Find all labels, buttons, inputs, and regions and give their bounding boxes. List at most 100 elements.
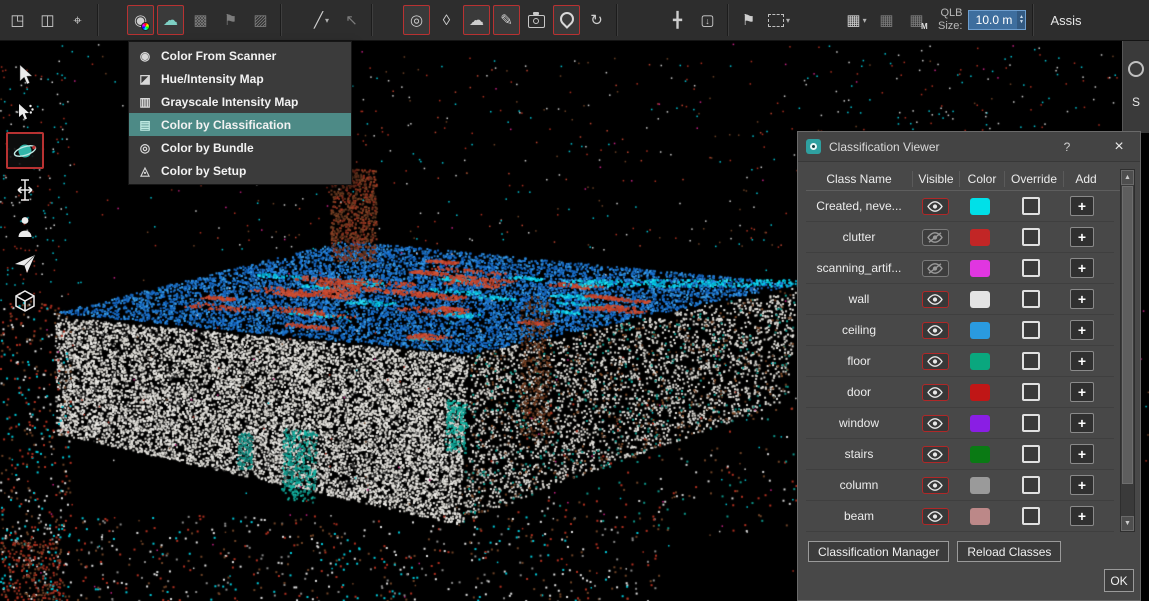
class-color-swatch[interactable] <box>970 415 990 432</box>
classification-viewer-titlebar[interactable]: Classification Viewer ? × <box>798 132 1140 162</box>
close-icon[interactable]: × <box>1106 138 1132 156</box>
menu-item-hue-intensity-map[interactable]: ◪ Hue/Intensity Map <box>129 67 351 90</box>
scroll-up-button[interactable]: ▲ <box>1121 170 1134 185</box>
visibility-toggle[interactable] <box>922 198 949 215</box>
add-button[interactable]: + <box>1070 289 1094 309</box>
level-tool-button[interactable] <box>6 173 44 206</box>
circle-tool-icon[interactable] <box>1128 61 1144 77</box>
override-checkbox[interactable] <box>1022 414 1040 432</box>
view-cube-button[interactable]: ▦▾ <box>843 5 870 35</box>
class-name-label: scanning_artif... <box>806 261 912 275</box>
refresh-orbit-button[interactable]: ↻ <box>583 5 610 35</box>
location-pin-button[interactable] <box>553 5 580 35</box>
class-color-swatch[interactable] <box>970 322 990 339</box>
snapshot-camera-button[interactable] <box>523 5 550 35</box>
scan-position-button[interactable]: ⚑ <box>735 5 762 35</box>
override-checkbox[interactable] <box>1022 383 1040 401</box>
add-button[interactable]: + <box>1070 382 1094 402</box>
markup-pen-button[interactable]: ✎ <box>493 5 520 35</box>
visibility-toggle[interactable] <box>922 322 949 339</box>
zoom-region-button[interactable]: ⌖ <box>64 5 91 35</box>
panorama-view-button[interactable]: ▨ <box>247 5 274 35</box>
intensity-map-button[interactable]: ▩ <box>187 5 214 35</box>
class-color-swatch[interactable] <box>970 446 990 463</box>
class-color-swatch[interactable] <box>970 260 990 277</box>
menu-item-label: Grayscale Intensity Map <box>161 95 298 109</box>
fly-navigate-button[interactable] <box>6 247 44 280</box>
color-mode-button[interactable]: ◉ <box>127 5 154 35</box>
classification-viewer-icon <box>806 139 821 154</box>
classification-manager-button[interactable]: Classification Manager <box>808 541 949 562</box>
reload-classes-button[interactable]: Reload Classes <box>957 541 1061 562</box>
add-button[interactable]: + <box>1070 320 1094 340</box>
scroll-down-button[interactable]: ▼ <box>1121 516 1134 531</box>
menu-item-color-by-classification[interactable]: ▤ Color by Classification <box>129 113 351 136</box>
class-color-swatch[interactable] <box>970 353 990 370</box>
class-color-swatch[interactable] <box>970 477 990 494</box>
probe-point-button[interactable]: ↖ <box>338 5 365 35</box>
add-button[interactable]: + <box>1070 196 1094 216</box>
visibility-toggle[interactable] <box>922 260 949 277</box>
ok-button[interactable]: OK <box>1104 569 1134 592</box>
walkthrough-button[interactable] <box>6 210 44 243</box>
scrollbar-thumb[interactable] <box>1122 186 1133 484</box>
add-button[interactable]: + <box>1070 506 1094 526</box>
override-checkbox[interactable] <box>1022 228 1040 246</box>
visibility-toggle[interactable] <box>922 384 949 401</box>
qlb-size-input[interactable]: 10.0 m ▲▼ <box>968 10 1026 30</box>
selection-box-button[interactable]: ▾ <box>765 5 793 35</box>
add-button[interactable]: + <box>1070 475 1094 495</box>
menu-item-grayscale-intensity-map[interactable]: ▥ Grayscale Intensity Map <box>129 90 351 113</box>
spinner-icon[interactable]: ▲▼ <box>1017 11 1025 29</box>
insert-box-button[interactable]: ▢↓ <box>694 5 721 35</box>
override-checkbox[interactable] <box>1022 259 1040 277</box>
visibility-toggle[interactable] <box>922 446 949 463</box>
add-button[interactable]: + <box>1070 258 1094 278</box>
visibility-toggle[interactable] <box>922 353 949 370</box>
view-cube-secondary-button[interactable]: ▦ <box>873 5 900 35</box>
add-button[interactable]: + <box>1070 413 1094 433</box>
class-color-swatch[interactable] <box>970 384 990 401</box>
override-checkbox[interactable] <box>1022 290 1040 308</box>
flag-markers-button[interactable]: ⚑ <box>217 5 244 35</box>
visibility-toggle[interactable] <box>922 508 949 525</box>
scrollbar-track[interactable] <box>1121 485 1134 516</box>
override-checkbox[interactable] <box>1022 476 1040 494</box>
menu-item-color-by-setup[interactable]: ◬ Color by Setup <box>129 159 351 182</box>
class-color-swatch[interactable] <box>970 291 990 308</box>
orbit-tool-button[interactable] <box>6 132 44 169</box>
visibility-toggle[interactable] <box>922 415 949 432</box>
s-panel-tab[interactable]: S <box>1132 95 1140 109</box>
assistant-panel-tab[interactable]: Assis <box>1050 13 1081 28</box>
visibility-toggle[interactable] <box>922 229 949 246</box>
scrollbar[interactable]: ▲ ▼ <box>1120 169 1135 532</box>
duplicate-view-button[interactable]: ◫ <box>34 5 61 35</box>
help-button[interactable]: ? <box>1058 140 1076 154</box>
visibility-toggle[interactable] <box>922 477 949 494</box>
override-checkbox[interactable] <box>1022 197 1040 215</box>
class-color-swatch[interactable] <box>970 198 990 215</box>
clipping-cloud-button[interactable]: ☁ <box>463 5 490 35</box>
select-cursor-button[interactable] <box>6 58 44 91</box>
add-button[interactable]: + <box>1070 227 1094 247</box>
class-color-swatch[interactable] <box>970 229 990 246</box>
add-button[interactable]: + <box>1070 444 1094 464</box>
override-checkbox[interactable] <box>1022 321 1040 339</box>
tag-annotation-button[interactable]: ◊ <box>433 5 460 35</box>
menu-item-color-by-bundle[interactable]: ◎ Color by Bundle <box>129 136 351 159</box>
color-by-classification-button[interactable]: ☁ <box>157 5 184 35</box>
import-scan-button[interactable]: ◳ <box>4 5 31 35</box>
target-marker-button[interactable]: ◎ <box>403 5 430 35</box>
visibility-toggle[interactable] <box>922 291 949 308</box>
override-checkbox[interactable] <box>1022 352 1040 370</box>
measure-tool-button[interactable]: ╱▾ <box>308 5 335 35</box>
override-checkbox[interactable] <box>1022 507 1040 525</box>
class-color-swatch[interactable] <box>970 508 990 525</box>
add-button[interactable]: + <box>1070 351 1094 371</box>
transform-move-button[interactable]: ╋ <box>664 5 691 35</box>
menu-item-color-from-scanner[interactable]: ◉ Color From Scanner <box>129 44 351 67</box>
override-checkbox[interactable] <box>1022 445 1040 463</box>
section-box-button[interactable] <box>6 284 44 317</box>
view-cube-m-button[interactable]: ▦M <box>903 5 930 35</box>
pick-cursor-button[interactable] <box>6 95 44 128</box>
